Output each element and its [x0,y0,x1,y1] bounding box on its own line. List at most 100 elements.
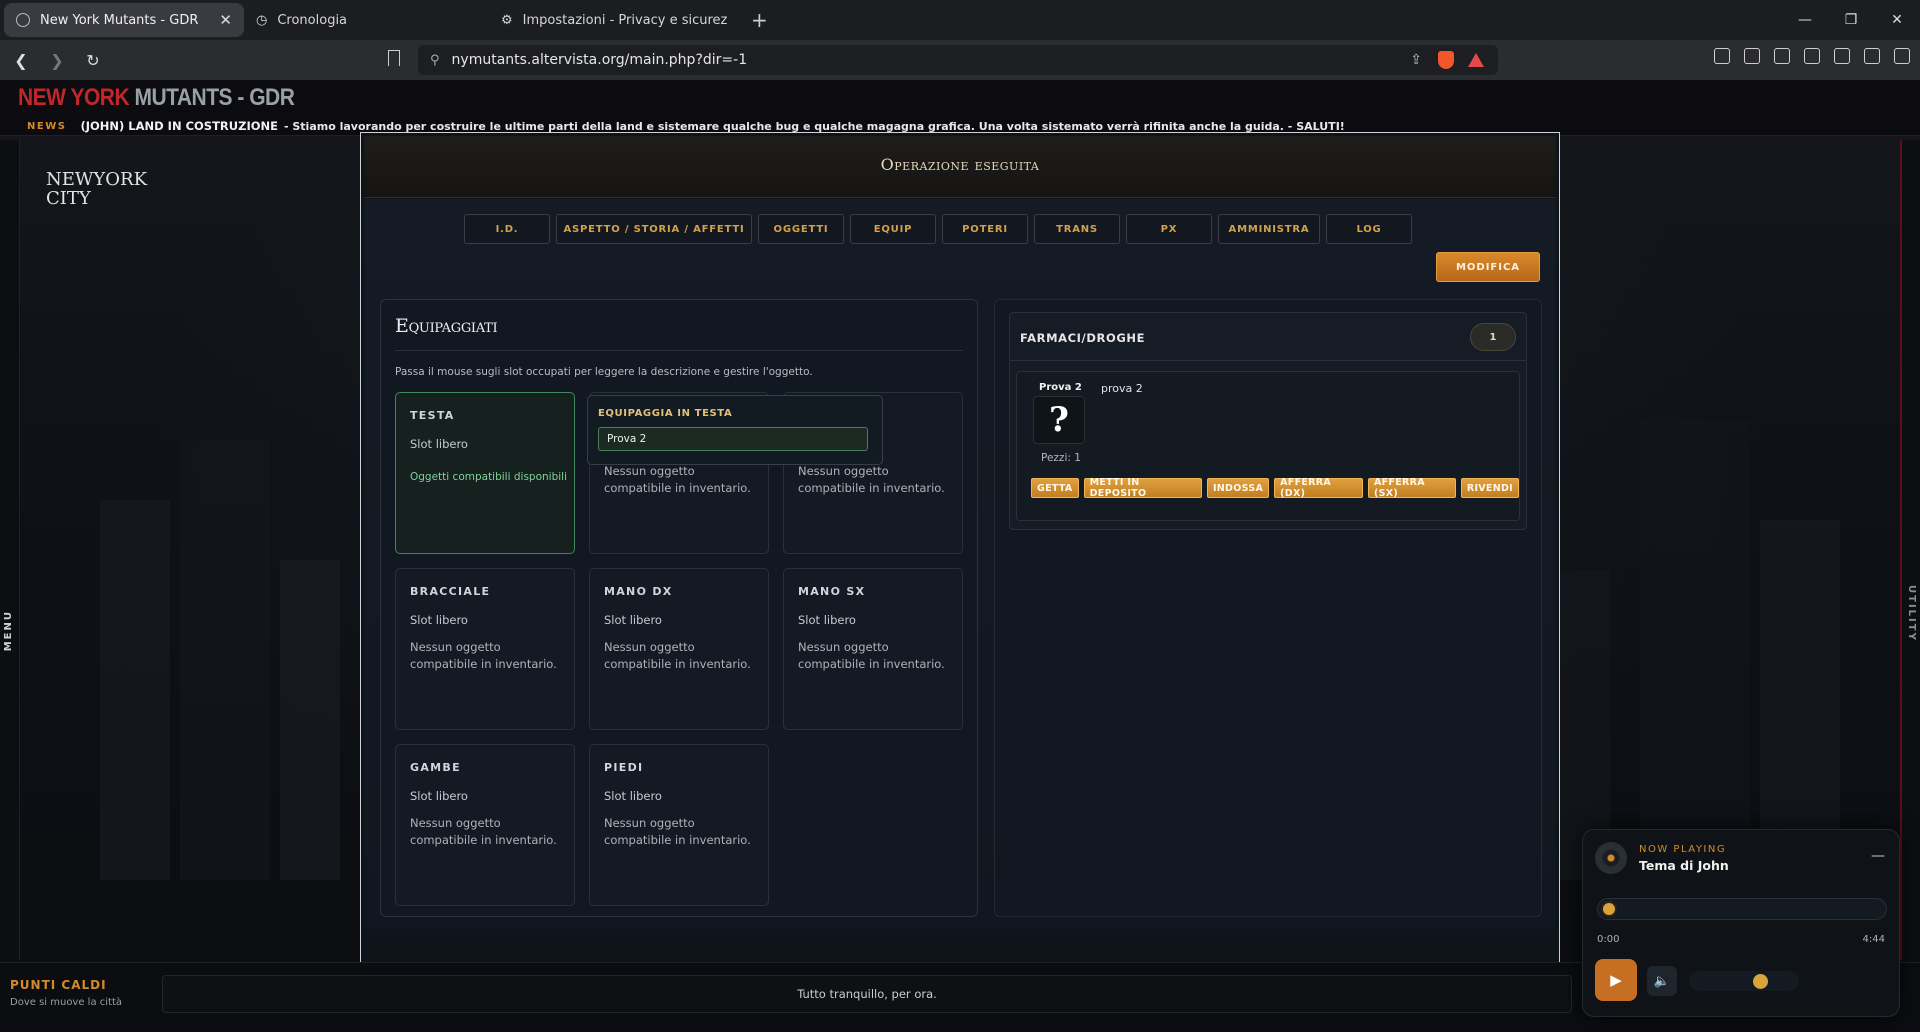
reload-icon[interactable]: ↻ [78,45,108,75]
volume-knob[interactable] [1753,974,1768,989]
screenshot-icon[interactable] [1744,48,1760,64]
deposito-button[interactable]: METTI IN DEPOSITO [1083,477,1202,499]
tab-title: New York Mutants - GDR [40,12,199,28]
menu-icon[interactable] [1894,48,1910,64]
sheet-tabs: I.D. ASPETTO / STORIA / AFFETTI OGGETTI … [464,214,1412,244]
slot-bracciale[interactable]: BRACCIALE Slot libero Nessun oggetto com… [395,568,575,730]
category-title: FARMACI/DROGHE [1020,331,1146,345]
slot-mano-sx[interactable]: MANO SX Slot libero Nessun oggetto compa… [783,568,963,730]
getta-button[interactable]: GETTA [1031,478,1079,498]
sidebar-icon[interactable] [1774,48,1790,64]
browser-tab-gdr[interactable]: New York Mutants - GDR ✕ [4,3,244,37]
toolbar-right-icons [1714,48,1910,64]
slot-gambe[interactable]: GAMBE Slot libero Nessun oggetto compati… [395,744,575,906]
site-favicon-icon [16,13,30,27]
slot-name: MANO SX [798,585,866,598]
forward-icon[interactable]: ❯ [42,45,72,75]
inventory-panel: FARMACI/DROGHE 1 Prova 2 ? prova 2 Pezzi… [994,299,1542,917]
equip-popup-item[interactable]: Prova 2 [598,427,868,451]
slot-mano-dx[interactable]: MANO DX Slot libero Nessun oggetto compa… [589,568,769,730]
restore-icon[interactable]: ❐ [1828,0,1874,40]
window-controls: — ❐ ✕ [1782,0,1920,40]
slot-state: Slot libero [410,437,468,451]
character-sheet-modal: Operazione eseguita I.D. ASPETTO / STORI… [360,132,1560,982]
bookmark-icon[interactable] [388,50,400,66]
volume-slider[interactable] [1689,971,1799,991]
tab-id[interactable]: I.D. [464,214,550,244]
minimize-player-icon[interactable]: — [1871,848,1885,864]
tab-oggetti[interactable]: OGGETTI [758,214,844,244]
progress-slider[interactable] [1597,898,1887,920]
tab-trans[interactable]: TRANS [1034,214,1120,244]
status-box: Tutto tranquillo, per ora. [162,975,1572,1013]
tab-px[interactable]: PX [1126,214,1212,244]
tab-amministra[interactable]: AMMINISTRA [1218,214,1320,244]
browser-tab-history[interactable]: ◷ Cronologia [244,3,489,37]
wallet-icon[interactable] [1804,48,1820,64]
modal-header: Operazione eseguita [364,136,1556,198]
item-description: prova 2 [1101,382,1143,395]
hot-spots-title[interactable]: PUNTI CALDI [10,978,107,992]
side-menu-tab[interactable]: MENU [0,140,20,960]
vpn-icon[interactable] [1864,48,1880,64]
slot-state: Slot libero [410,613,468,627]
tab-aspetto[interactable]: ASPETTO / STORIA / AFFETTI [556,214,752,244]
extensions-icon[interactable] [1714,48,1730,64]
speaker-icon: 🔈 [1653,973,1671,989]
category-header[interactable]: FARMACI/DROGHE 1 [1010,313,1526,361]
slot-testa[interactable]: TESTA Slot libero Oggetti compatibili di… [395,392,575,554]
afferra-dx-button[interactable]: AFFERRA (DX) [1274,477,1363,499]
close-tab-icon[interactable]: ✕ [219,11,232,29]
close-window-icon[interactable]: ✕ [1874,0,1920,40]
site-logo[interactable]: NEW YORK MUTANTS - GDR [18,84,295,112]
time-total: 4:44 [1862,934,1885,945]
tab-equip[interactable]: EQUIP [850,214,936,244]
now-playing-label: NOW PLAYING [1639,844,1727,855]
volume-button[interactable]: 🔈 [1647,966,1677,996]
music-player: NOW PLAYING Tema di John — 0:00 4:44 ▶ 🔈 [1582,829,1900,1017]
brave-shields-icon[interactable] [1438,51,1454,69]
slot-state: Slot libero [798,613,856,627]
status-text: Tutto tranquillo, per ora. [797,987,937,1001]
afferra-sx-button[interactable]: AFFERRA (SX) [1367,477,1456,499]
indossa-button[interactable]: INDOSSA [1206,478,1270,498]
inventory-item: Prova 2 ? prova 2 Pezzi: 1 GETTA METTI I… [1016,371,1520,521]
news-text: - Stiamo lavorando per costruire le ulti… [283,119,1345,133]
site-header: NEW YORK MUTANTS - GDR NEWS (JOHN) LAND … [0,80,1920,136]
minimize-icon[interactable]: — [1782,0,1828,40]
side-utility-label: UTILITY [1906,585,1917,642]
divider [395,350,963,351]
modify-button[interactable]: MODIFICA [1436,252,1540,282]
url-bar[interactable]: ⚲ nymutants.altervista.org/main.php?dir=… [418,45,1498,75]
play-button[interactable]: ▶ [1595,959,1637,1001]
hot-spots-subtitle: Dove si muove la città [10,997,123,1008]
brave-rewards-icon[interactable] [1468,53,1484,67]
equipped-hint: Passa il mouse sugli slot occupati per l… [395,366,813,378]
side-utility-tab[interactable]: UTILITY [1900,140,1920,960]
browser-tabbar: New York Mutants - GDR ✕ ◷ Cronologia ⚙ … [0,0,1920,40]
slot-note: Nessun oggetto compatibile in inventario… [410,816,557,847]
browser-tab-settings[interactable]: ⚙ Impostazioni - Privacy e sicurezza [489,3,739,37]
equipped-title: Equipaggiati [395,315,498,337]
tab-poteri[interactable]: POTERI [942,214,1028,244]
progress-knob[interactable] [1601,901,1617,917]
leo-ai-icon[interactable] [1834,48,1850,64]
equipped-panel: Equipaggiati Passa il mouse sugli slot o… [380,299,978,917]
slot-state: Slot libero [604,613,662,627]
rivendi-button[interactable]: RIVENDI [1460,478,1519,498]
item-name: Prova 2 [1039,382,1082,393]
slot-piedi[interactable]: PIEDI Slot libero Nessun oggetto compati… [589,744,769,906]
track-title: Tema di John [1639,858,1729,873]
slot-note: Nessun oggetto compatibile in inventario… [604,464,751,495]
slot-name: PIEDI [604,761,644,774]
tab-log[interactable]: LOG [1326,214,1412,244]
site-settings-icon[interactable]: ⚲ [430,53,440,68]
share-icon[interactable]: ⇪ [1410,52,1422,68]
back-icon[interactable]: ❮ [6,45,36,75]
url-text[interactable]: nymutants.altervista.org/main.php?dir=-1 [452,52,1411,68]
slot-name: TESTA [410,409,455,422]
new-tab-button[interactable]: + [751,8,768,32]
inventory-category: FARMACI/DROGHE 1 Prova 2 ? prova 2 Pezzi… [1009,312,1527,530]
history-icon: ◷ [256,12,268,28]
slot-name: MANO DX [604,585,673,598]
